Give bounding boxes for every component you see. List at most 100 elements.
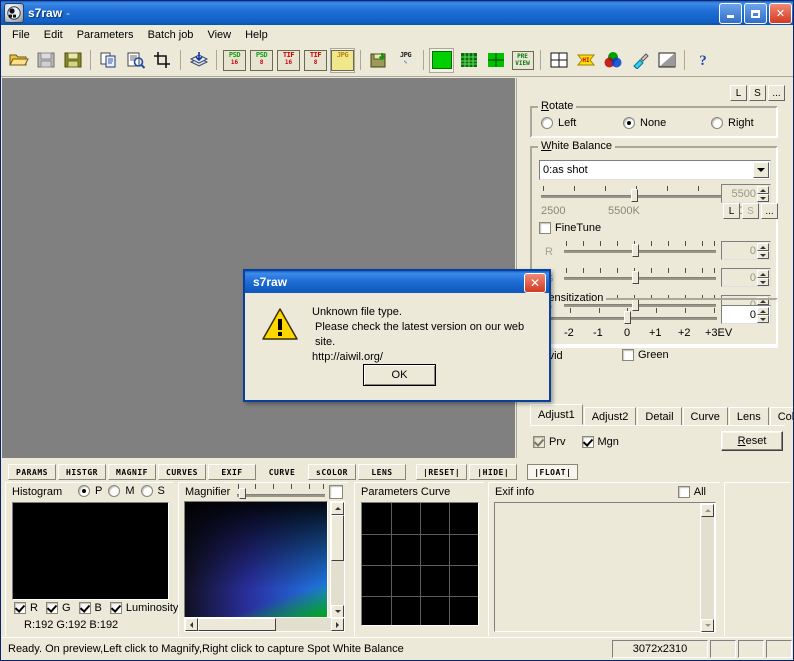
export-tif16-icon[interactable]: TIF16 bbox=[276, 48, 301, 73]
minimize-button[interactable] bbox=[719, 3, 742, 24]
find-icon[interactable] bbox=[123, 48, 148, 73]
menu-edit[interactable]: Edit bbox=[37, 27, 70, 43]
tab-adjust1[interactable]: Adjust1 bbox=[530, 404, 583, 425]
sensitization-slider[interactable] bbox=[539, 308, 717, 328]
exif-vscrollbar[interactable] bbox=[700, 503, 715, 633]
bottom-tab-curves[interactable]: CURVES bbox=[158, 464, 206, 480]
finetune-g-spinner[interactable]: 0 bbox=[721, 268, 771, 287]
save-as-icon[interactable] bbox=[60, 48, 85, 73]
slider-thumb[interactable] bbox=[632, 244, 639, 257]
spinner-down-icon[interactable] bbox=[757, 251, 769, 259]
scroll-right-icon[interactable] bbox=[331, 618, 344, 631]
spinner-up-icon[interactable] bbox=[757, 243, 769, 251]
menu-file[interactable]: File bbox=[5, 27, 37, 43]
green-checkbox[interactable]: Green bbox=[622, 349, 669, 361]
slider-thumb[interactable] bbox=[631, 189, 638, 202]
scroll-thumb[interactable] bbox=[198, 618, 276, 631]
eyedropper-icon[interactable] bbox=[627, 48, 652, 73]
scroll-up-icon[interactable] bbox=[701, 504, 714, 517]
export-tif8-icon[interactable]: TIF8 bbox=[303, 48, 328, 73]
bottom-tab-magnif[interactable]: MAGNIF bbox=[108, 464, 156, 480]
slider-thumb[interactable] bbox=[624, 311, 631, 324]
help-icon[interactable]: ? bbox=[690, 48, 715, 73]
bottom-tab-scolor[interactable]: sCOLOR bbox=[308, 464, 356, 480]
finetune-checkbox[interactable]: FineTune bbox=[539, 222, 601, 234]
histogram-channel-r[interactable]: R bbox=[14, 602, 38, 614]
histogram-plot[interactable] bbox=[12, 502, 169, 600]
menu-help[interactable]: Help bbox=[238, 27, 275, 43]
save-all-icon[interactable] bbox=[366, 48, 391, 73]
menu-batch-job[interactable]: Batch job bbox=[141, 27, 201, 43]
maximize-button[interactable] bbox=[744, 3, 767, 24]
magnifier-vscrollbar[interactable] bbox=[330, 501, 345, 619]
grid-dark-icon[interactable] bbox=[456, 48, 481, 73]
bottom-action-reset[interactable]: |RESET| bbox=[416, 464, 467, 480]
bottom-action-float[interactable]: |FLOAT| bbox=[527, 464, 578, 480]
rotate-none-radio[interactable]: None bbox=[623, 117, 666, 129]
spinner-up-icon[interactable] bbox=[757, 186, 769, 194]
tab-adjust2[interactable]: Adjust2 bbox=[584, 407, 637, 425]
panel-load-button[interactable]: L bbox=[730, 85, 747, 101]
scroll-thumb[interactable] bbox=[331, 515, 344, 561]
rotate-right-radio[interactable]: Right bbox=[711, 117, 754, 129]
rotate-left-radio[interactable]: Left bbox=[541, 117, 576, 129]
export-jpg-icon[interactable]: JPG bbox=[330, 48, 355, 73]
menu-parameters[interactable]: Parameters bbox=[70, 27, 141, 43]
tab-detail[interactable]: Detail bbox=[637, 407, 681, 425]
bottom-tab-params[interactable]: PARAMS bbox=[8, 464, 56, 480]
panel-more-button[interactable]: ... bbox=[768, 85, 785, 101]
grid-green-icon[interactable] bbox=[483, 48, 508, 73]
spinner-up-icon[interactable] bbox=[757, 307, 769, 315]
dialog-close-button[interactable]: ✕ bbox=[524, 273, 546, 293]
chevron-down-icon[interactable] bbox=[753, 162, 769, 178]
magnifier-viewport[interactable] bbox=[184, 501, 328, 619]
tab-curve[interactable]: Curve bbox=[683, 407, 728, 425]
wb-more-button[interactable]: ... bbox=[761, 203, 778, 219]
histogram-mode-m[interactable]: M bbox=[108, 485, 134, 497]
menu-view[interactable]: View bbox=[200, 27, 238, 43]
histogram-mode-p[interactable]: P bbox=[78, 485, 102, 497]
crop-icon[interactable] bbox=[150, 48, 175, 73]
preview-icon[interactable]: PRE VIEW bbox=[510, 48, 535, 73]
tab-color[interactable]: Color bbox=[770, 407, 794, 425]
reset-button[interactable]: Reset bbox=[721, 431, 783, 451]
exif-all-checkbox[interactable]: All bbox=[678, 486, 706, 498]
histogram-channel-g[interactable]: G bbox=[46, 602, 71, 614]
histogram-channel-b[interactable]: B bbox=[79, 602, 102, 614]
mgn-checkbox[interactable]: Mgn bbox=[582, 436, 619, 448]
white-balance-temp-spinner[interactable]: 5500 bbox=[721, 184, 771, 203]
white-balance-preset-combo[interactable]: 0:as shot bbox=[539, 160, 771, 180]
magnifier-lock-checkbox[interactable] bbox=[329, 485, 347, 502]
magnifier-hscrollbar[interactable] bbox=[184, 617, 345, 632]
tab-lens[interactable]: Lens bbox=[729, 407, 769, 425]
finetune-g-slider[interactable] bbox=[564, 268, 716, 288]
wb-load-button[interactable]: L bbox=[723, 203, 740, 219]
scroll-down-icon[interactable] bbox=[701, 619, 714, 632]
green-swatch-icon[interactable] bbox=[429, 48, 454, 73]
four-pane-icon[interactable] bbox=[546, 48, 571, 73]
bottom-tab-exif[interactable]: EXIF bbox=[208, 464, 256, 480]
bottom-action-hide[interactable]: |HIDE| bbox=[469, 464, 517, 480]
copy-icon[interactable] bbox=[96, 48, 121, 73]
finetune-r-spinner[interactable]: 0 bbox=[721, 241, 771, 260]
spinner-up-icon[interactable] bbox=[757, 270, 769, 278]
sensitization-spinner[interactable]: 0 bbox=[721, 305, 771, 324]
panel-save-button[interactable]: S bbox=[749, 85, 766, 101]
save-icon[interactable] bbox=[33, 48, 58, 73]
exif-textbox[interactable] bbox=[494, 502, 716, 632]
close-button[interactable]: ✕ bbox=[769, 3, 792, 24]
slider-thumb[interactable] bbox=[632, 271, 639, 284]
spinner-down-icon[interactable] bbox=[757, 315, 769, 323]
export-psd8-icon[interactable]: PSD8 bbox=[249, 48, 274, 73]
slider-thumb[interactable] bbox=[239, 488, 246, 499]
rgb-circles-icon[interactable] bbox=[600, 48, 625, 73]
prv-checkbox[interactable]: Prv bbox=[533, 436, 566, 448]
bottom-tab-histgr[interactable]: HISTGR bbox=[58, 464, 106, 480]
histogram-mode-s[interactable]: S bbox=[141, 485, 165, 497]
parameters-curve-plot[interactable] bbox=[361, 502, 479, 626]
scroll-left-icon[interactable] bbox=[185, 618, 198, 631]
spinner-down-icon[interactable] bbox=[757, 278, 769, 286]
dialog-ok-button[interactable]: OK bbox=[363, 364, 436, 386]
spinner-down-icon[interactable] bbox=[757, 194, 769, 202]
scroll-up-icon[interactable] bbox=[331, 502, 344, 515]
